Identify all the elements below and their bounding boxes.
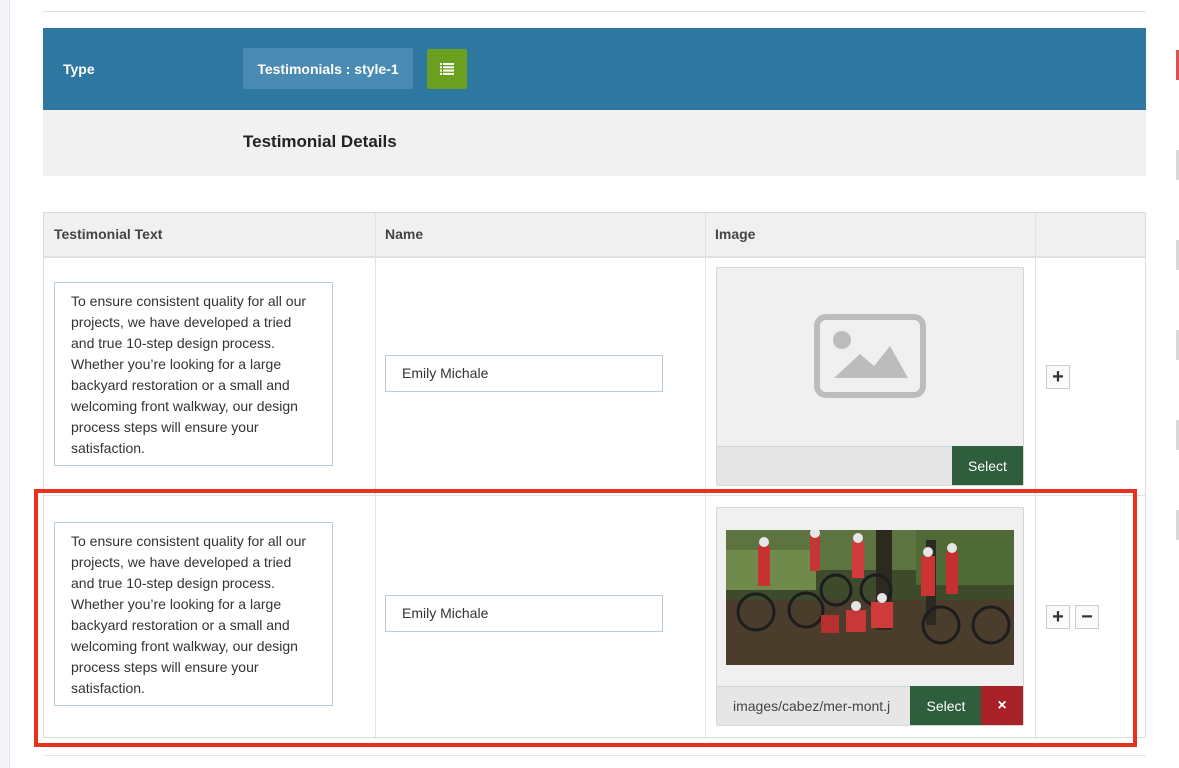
header-name: Name [385,226,424,242]
row-divider [44,495,1145,496]
plus-icon: + [1052,606,1064,628]
select-image-button[interactable]: Select [910,686,982,725]
list-icon [440,63,454,75]
column-divider [705,213,706,737]
image-preview [717,508,1023,686]
name-input[interactable]: Emily Michale [385,595,663,632]
select-image-button[interactable]: Select [952,446,1023,485]
close-icon: × [997,696,1007,714]
testimonial-text-input[interactable]: To ensure consistent quality for all our… [54,282,333,466]
right-panel-edge [1172,0,1179,768]
details-header: Testimonial Details [43,110,1146,176]
list-button[interactable] [427,49,467,89]
testimonials-table: Testimonial Text Name Image To ensure co… [43,212,1146,738]
column-divider [375,213,376,737]
minus-icon: − [1081,606,1093,628]
remove-row-button[interactable]: − [1075,605,1099,629]
top-divider [43,11,1146,12]
image-picker: images/cabez/mer-mont.j Select × [716,507,1024,726]
left-rail [0,0,10,768]
type-bar: Type Testimonials : style-1 [43,28,1146,110]
plus-icon: + [1052,366,1064,388]
add-row-button[interactable]: + [1046,365,1070,389]
table-header: Testimonial Text Name Image [44,213,1145,258]
testimonial-photo [726,530,1014,665]
image-path-field[interactable]: images/cabez/mer-mont.j [717,686,910,725]
type-label: Type [63,61,95,77]
image-placeholder-icon [814,314,926,398]
name-input[interactable]: Emily Michale [385,355,663,392]
testimonial-text-input[interactable]: To ensure consistent quality for all our… [54,522,333,706]
details-title: Testimonial Details [243,132,397,151]
header-actions [1035,213,1145,256]
image-preview [717,268,1023,446]
image-picker: Select [716,267,1024,486]
column-divider [1035,213,1036,737]
clear-image-button[interactable]: × [981,686,1023,725]
add-row-button[interactable]: + [1046,605,1070,629]
header-testimonial-text: Testimonial Text [54,226,163,242]
type-select[interactable]: Testimonials : style-1 [243,48,413,89]
header-image: Image [715,226,756,242]
image-path-field[interactable] [717,446,952,485]
bottom-divider [43,755,1146,756]
